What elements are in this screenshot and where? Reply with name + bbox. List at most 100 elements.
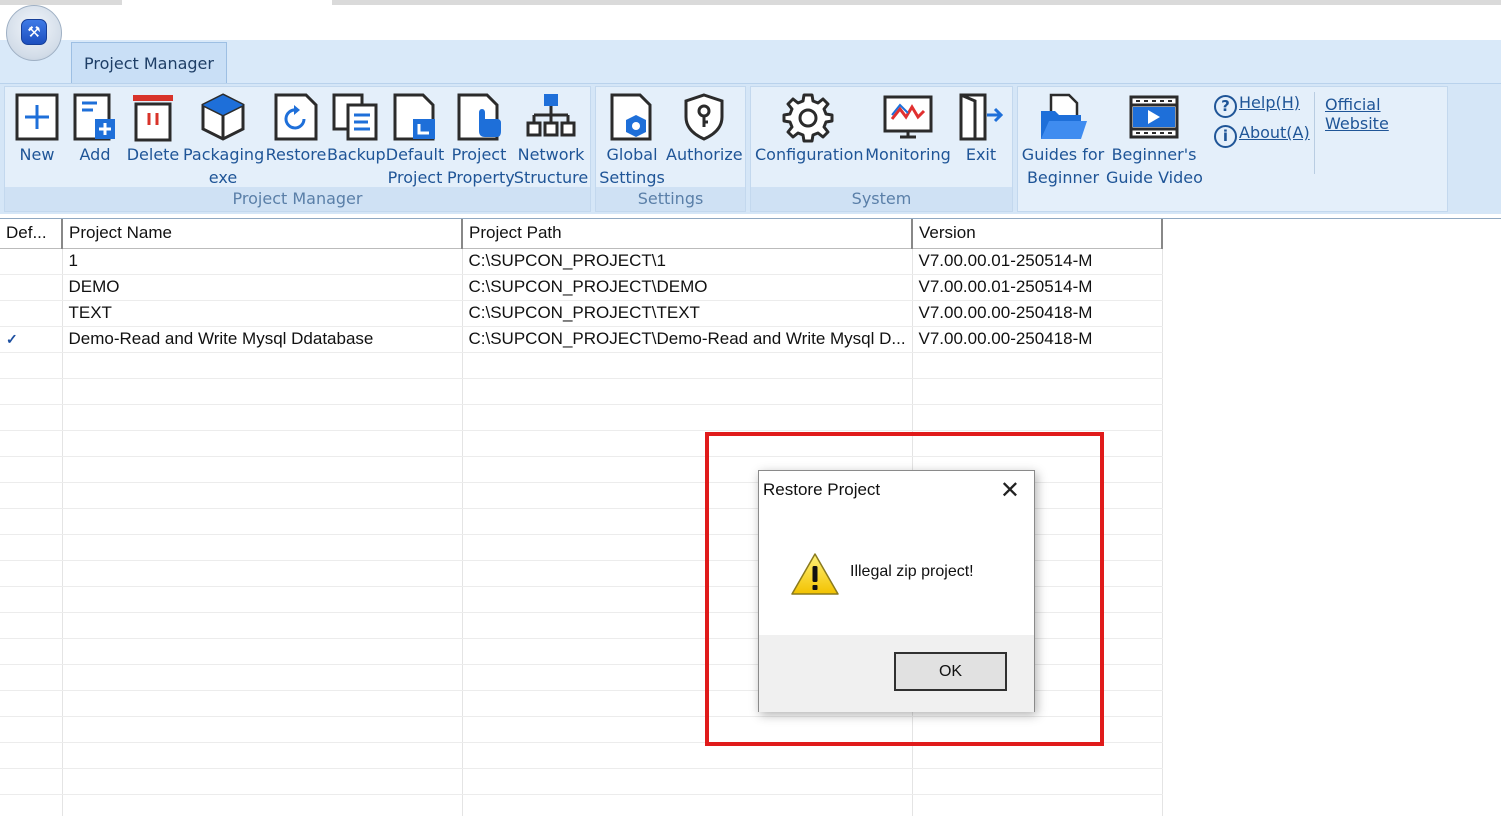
column-header-project-name[interactable]: Project Name (62, 219, 463, 249)
version-cell: V7.00.00.01-250514-M (912, 248, 1163, 275)
packaging-icon (201, 93, 245, 141)
table-row[interactable]: ✓ Demo-Read and Write Mysql Ddatabase C:… (0, 326, 1163, 353)
default-project-label-2: Project (387, 168, 443, 187)
authorize-icon (684, 93, 724, 141)
default-cell (0, 274, 63, 301)
title-strip (0, 0, 1501, 40)
group-settings: Global Settings Authorize Settings (595, 86, 746, 212)
global-settings-label: Global (606, 145, 658, 164)
ok-button[interactable]: OK (894, 652, 1007, 691)
configuration-icon (782, 93, 834, 143)
network-structure-label-2: Structure (513, 168, 589, 187)
new-label: New (19, 145, 55, 164)
table-header-row: Def... Project Name Project Path Version (0, 219, 1163, 249)
version-cell: V7.00.00.01-250514-M (912, 274, 1163, 301)
column-header-project-path[interactable]: Project Path (462, 219, 913, 249)
about-label: About(A) (1239, 123, 1310, 142)
authorize-label: Authorize (666, 145, 743, 164)
table-row[interactable]: DEMO C:\SUPCON_PROJECT\DEMO V7.00.00.01-… (0, 274, 1163, 301)
ribbon-separator (1314, 92, 1315, 174)
dialog-message: Illegal zip project! (850, 563, 974, 580)
help-link[interactable]: ? Help(H) (1214, 93, 1300, 118)
network-structure-label: Network (517, 145, 585, 164)
project-property-button[interactable]: Project Property (447, 89, 515, 189)
empty-row (0, 404, 1163, 431)
empty-row (0, 794, 1163, 816)
configuration-label: Configuration (755, 145, 864, 164)
exit-button[interactable]: Exit (955, 89, 1007, 166)
top-border (0, 0, 1501, 5)
app-menu-button[interactable]: ⚒ (6, 5, 62, 61)
new-icon (15, 93, 59, 141)
group-label-settings: Settings (596, 187, 745, 211)
exit-label: Exit (965, 145, 997, 164)
tab-project-manager[interactable]: Project Manager (71, 42, 227, 84)
project-path-cell: C:\SUPCON_PROJECT\TEXT (462, 300, 913, 327)
backup-label: Backup (327, 145, 386, 164)
restore-project-dialog: Restore Project ✕ Illegal zip project! O… (758, 470, 1035, 712)
add-button[interactable]: Add (67, 89, 123, 166)
delete-label: Delete (126, 145, 180, 164)
exit-icon (959, 93, 1004, 141)
packaging-label-2: exe (208, 168, 238, 187)
app-window: ⚒ Project Manager New Add Delete Packagi… (0, 0, 1501, 816)
about-link[interactable]: i About(A) (1214, 123, 1310, 148)
group-project-manager: New Add Delete Packaging exe Restore Bac… (4, 86, 591, 212)
default-project-label: Default (385, 145, 445, 164)
version-cell: V7.00.00.00-250418-M (912, 300, 1163, 327)
restore-label: Restore (265, 145, 327, 164)
column-header-version[interactable]: Version (912, 219, 1163, 249)
project-name-cell: Demo-Read and Write Mysql Ddatabase (62, 326, 463, 353)
video-icon (1129, 95, 1179, 139)
backup-icon (332, 93, 378, 141)
project-name-cell: DEMO (62, 274, 463, 301)
empty-row (0, 352, 1163, 379)
project-name-cell: TEXT (62, 300, 463, 327)
project-property-label-2: Property (447, 168, 515, 187)
tools-icon: ⚒ (21, 19, 47, 45)
help-icon: ? (1214, 95, 1237, 118)
table-row[interactable]: TEXT C:\SUPCON_PROJECT\TEXT V7.00.00.00-… (0, 300, 1163, 327)
packaging-exe-button[interactable]: Packaging exe (183, 89, 264, 189)
project-property-label: Project (451, 145, 507, 164)
guides-for-beginner-button[interactable]: Guides for Beginner (1020, 89, 1106, 189)
default-project-icon (393, 93, 435, 141)
dialog-title: Restore Project (763, 480, 881, 499)
authorize-button[interactable]: Authorize (666, 89, 743, 166)
group-label-project-manager: Project Manager (5, 187, 590, 211)
global-settings-button[interactable]: Global Settings (598, 89, 666, 189)
table-row[interactable]: 1 C:\SUPCON_PROJECT\1 V7.00.00.01-250514… (0, 248, 1163, 275)
empty-row (0, 768, 1163, 795)
backup-button[interactable]: Backup (327, 89, 386, 166)
project-path-cell: C:\SUPCON_PROJECT\1 (462, 248, 913, 275)
ribbon: New Add Delete Packaging exe Restore Bac… (0, 83, 1501, 214)
delete-icon (133, 95, 173, 142)
monitoring-button[interactable]: Monitoring (861, 89, 955, 166)
beginners-guide-video-button[interactable]: Beginner's Guide Video (1106, 89, 1203, 189)
project-property-icon (457, 93, 501, 141)
new-button[interactable]: New (7, 89, 67, 166)
restore-button[interactable]: Restore (265, 89, 327, 166)
restore-icon (274, 93, 318, 141)
default-cell (0, 248, 63, 275)
default-checkmark-icon: ✓ (0, 326, 63, 353)
project-path-cell: C:\SUPCON_PROJECT\DEMO (462, 274, 913, 301)
network-structure-button[interactable]: Network Structure (513, 89, 589, 189)
guides-label-2: Beginner (1026, 168, 1100, 187)
official-website-link[interactable]: Official Website (1325, 95, 1447, 133)
network-structure-icon (526, 94, 576, 137)
default-project-button[interactable]: Default Project (385, 89, 445, 189)
add-icon (73, 93, 115, 141)
configuration-button[interactable]: Configuration (755, 89, 864, 166)
delete-button[interactable]: Delete (125, 89, 181, 166)
add-label: Add (79, 145, 111, 164)
global-settings-icon (610, 93, 652, 141)
info-icon: i (1214, 125, 1237, 148)
column-header-default[interactable]: Def... (0, 219, 63, 249)
empty-row (0, 378, 1163, 405)
global-settings-label-2: Settings (599, 168, 665, 187)
close-icon[interactable]: ✕ (1000, 478, 1020, 502)
warning-icon (791, 553, 839, 595)
monitoring-label: Monitoring (865, 145, 951, 164)
default-cell (0, 300, 63, 327)
